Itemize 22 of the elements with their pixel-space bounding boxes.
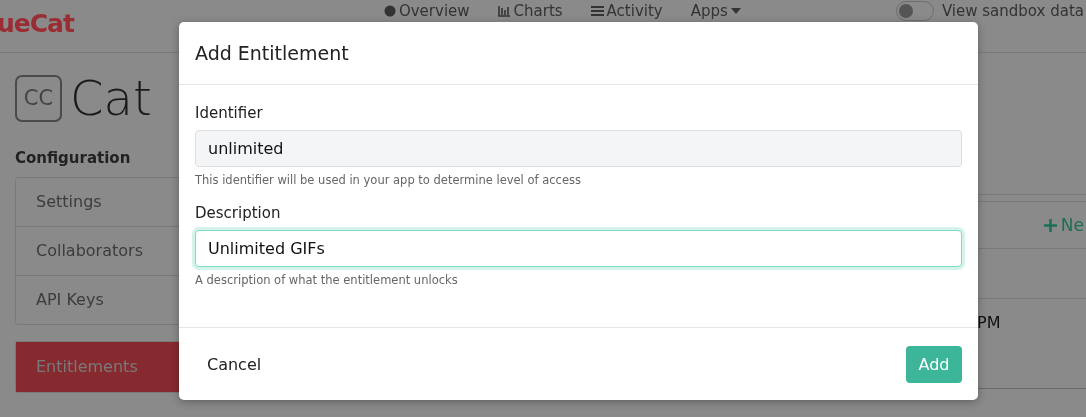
input-field[interactable]: Unlimited GIFs bbox=[195, 230, 962, 267]
table-cell: PM bbox=[977, 313, 1001, 332]
field-label: Identifier bbox=[195, 104, 264, 122]
input-field[interactable]: unlimited bbox=[195, 130, 962, 167]
modal-title: Add Entitlement bbox=[195, 42, 349, 64]
dot-icon bbox=[383, 5, 396, 17]
add-button[interactable]: Add bbox=[906, 345, 962, 383]
section-heading: Configuration bbox=[15, 149, 132, 167]
field-label: Description bbox=[195, 204, 282, 222]
help-text: This identifier will be used in your app to determine level of access bbox=[195, 173, 582, 187]
nav-link[interactable]: Overview bbox=[383, 2, 470, 20]
plus-icon bbox=[1043, 218, 1057, 232]
toggle-label: View sandbox data bbox=[941, 2, 1084, 20]
menu-icon bbox=[590, 5, 604, 17]
nav-link[interactable]: Charts bbox=[497, 2, 563, 20]
cancel-button[interactable]: Cancel bbox=[195, 348, 274, 380]
app-title: Cat bbox=[70, 70, 152, 126]
bar-chart-icon bbox=[497, 5, 511, 17]
caret-icon bbox=[730, 8, 741, 14]
nav-link[interactable]: Apps bbox=[690, 2, 741, 20]
app-badge: CC bbox=[15, 74, 62, 122]
nav-link[interactable]: Activity bbox=[590, 2, 663, 20]
